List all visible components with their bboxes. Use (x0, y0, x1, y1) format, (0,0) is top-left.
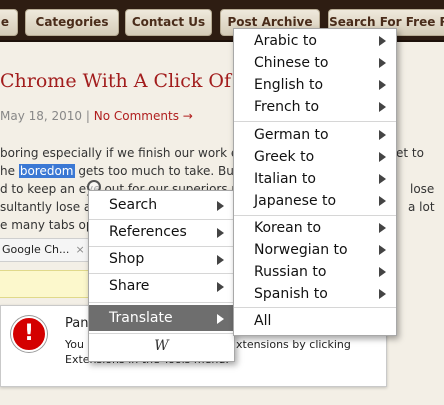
menu-item-label: German to (254, 127, 329, 143)
menu-item-label: Translate (109, 310, 173, 326)
chevron-right-icon (379, 289, 386, 299)
menu-item-japanese[interactable]: Japanese to (234, 190, 396, 212)
warning-icon: ! (11, 316, 47, 352)
menu-item-spanish[interactable]: Spanish to (234, 283, 396, 305)
chevron-right-icon (379, 80, 386, 90)
meta-separator: | (85, 109, 90, 123)
chevron-right-icon (217, 314, 224, 324)
body-line-1: boring especially if we finish our work … (0, 146, 261, 160)
chevron-right-icon (379, 245, 386, 255)
menu-item-russian[interactable]: Russian to (234, 261, 396, 283)
body-line-2: he boredom gets too much to take. But th… (0, 164, 262, 178)
menu-item-label: English to (254, 77, 324, 93)
extension-tab[interactable]: Google Ch... × (0, 238, 95, 262)
post-meta: May 18, 2010 | No Comments → (0, 109, 193, 123)
menu-item-shop[interactable]: Shop (89, 246, 234, 272)
menu-item-share[interactable]: Share (89, 273, 234, 299)
comments-link[interactable]: No Comments → (94, 109, 193, 123)
notice-line-1-right: xtensions by clicking (236, 338, 351, 351)
chevron-right-icon (379, 36, 386, 46)
chevron-right-icon (379, 223, 386, 233)
chevron-right-icon (379, 130, 386, 140)
context-menu: Search References Shop Share Translate W (88, 190, 235, 362)
menu-item-label: Japanese to (254, 193, 337, 209)
selected-word[interactable]: boredom (18, 164, 75, 178)
divider (89, 302, 234, 303)
menu-item-label: Shop (109, 251, 145, 267)
divider (234, 215, 396, 216)
chevron-right-icon (217, 255, 224, 265)
menu-item-label: Spanish to (254, 286, 328, 302)
chevron-right-icon (217, 201, 224, 211)
menu-item-arabic[interactable]: Arabic to (234, 30, 396, 52)
info-bar (0, 270, 89, 298)
chevron-right-icon (379, 174, 386, 184)
menu-item-french[interactable]: French to (234, 96, 396, 118)
nav-item-contact-us[interactable]: Contact Us (125, 9, 212, 36)
wikipedia-icon[interactable]: W (89, 338, 234, 354)
menu-item-all[interactable]: All (234, 309, 396, 333)
menu-item-label: Russian to (254, 264, 327, 280)
extension-tab-label: Google Ch... (2, 243, 70, 256)
chevron-right-icon (217, 228, 224, 238)
menu-item-label: Italian to (254, 171, 316, 187)
body-text: he (0, 164, 15, 178)
menu-item-label: Arabic to (254, 33, 317, 49)
menu-item-greek[interactable]: Greek to (234, 146, 396, 168)
divider (89, 333, 234, 334)
body-line-5: e many tabs ope (0, 218, 101, 232)
chevron-right-icon (379, 58, 386, 68)
menu-item-label: French to (254, 99, 320, 115)
translate-submenu: Arabic to Chinese to English to French t… (233, 28, 397, 336)
notice-line-1: You (65, 338, 84, 351)
chevron-right-icon (379, 267, 386, 277)
menu-item-label: Greek to (254, 149, 315, 165)
menu-item-translate[interactable]: Translate (89, 305, 234, 331)
menu-item-references[interactable]: References (89, 219, 234, 245)
close-icon[interactable]: × (75, 243, 84, 256)
nav-item-partial[interactable]: e (0, 9, 18, 36)
menu-item-label: Share (109, 278, 150, 294)
menu-item-italian[interactable]: Italian to (234, 168, 396, 190)
chevron-right-icon (379, 152, 386, 162)
body-fragment: lose (410, 182, 435, 196)
divider (234, 307, 396, 308)
chevron-right-icon (379, 102, 386, 112)
menu-item-label: References (109, 224, 187, 240)
chevron-right-icon (379, 196, 386, 206)
menu-item-label: Korean to (254, 220, 322, 236)
menu-item-chinese[interactable]: Chinese to (234, 52, 396, 74)
menu-item-english[interactable]: English to (234, 74, 396, 96)
notice-title: Pan (65, 316, 89, 331)
menu-item-label: Norwegian to (254, 242, 348, 258)
nav-item-categories[interactable]: Categories (25, 9, 119, 36)
menu-item-korean[interactable]: Korean to (234, 217, 396, 239)
body-fragment: a lot (408, 200, 435, 214)
body-fragment: et to (396, 146, 424, 160)
divider (234, 121, 396, 122)
menu-item-german[interactable]: German to (234, 124, 396, 146)
menu-item-label: All (254, 313, 272, 329)
body-line-4: sultantly lose all (0, 200, 98, 214)
menu-item-label: Chinese to (254, 55, 329, 71)
menu-item-label: Search (109, 197, 158, 213)
chevron-right-icon (217, 282, 224, 292)
post-date: May 18, 2010 (0, 109, 83, 123)
menu-item-search[interactable]: Search (89, 192, 234, 218)
menu-item-norwegian[interactable]: Norwegian to (234, 239, 396, 261)
